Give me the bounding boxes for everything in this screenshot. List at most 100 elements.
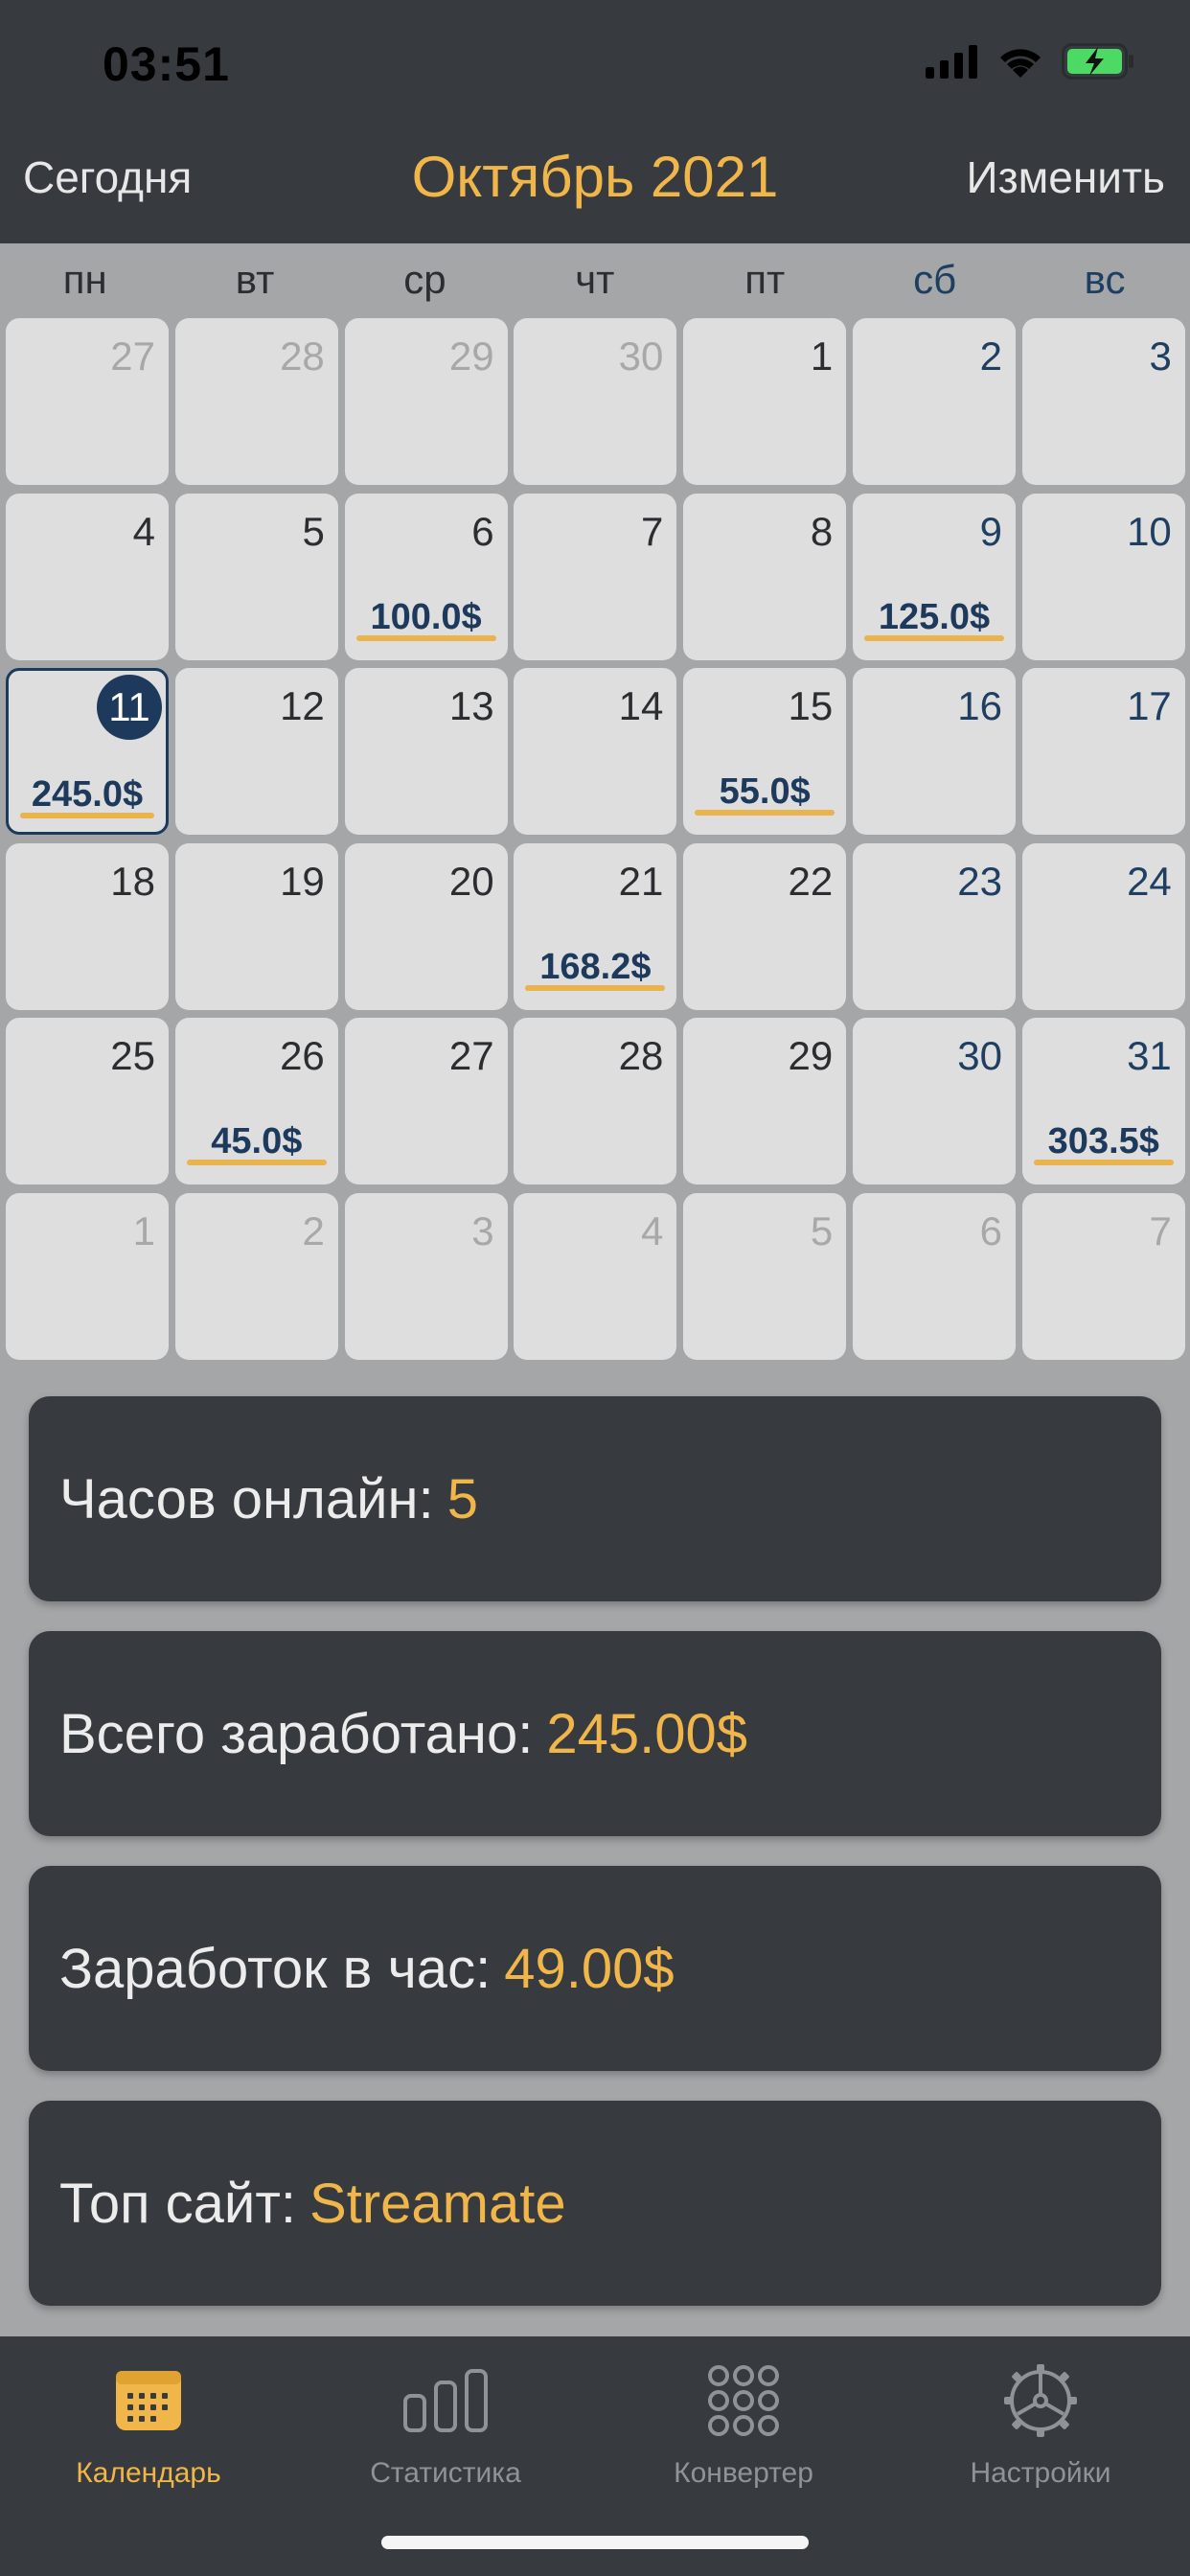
tab-statistics[interactable]: Статистика [321,2358,570,2490]
calendar-day[interactable]: 27 [6,318,169,485]
stat-label: Заработок в час: [59,1937,492,2000]
calendar-day[interactable]: 5 [174,493,338,660]
calendar-day[interactable]: 18 [6,842,169,1010]
weekday-label: пт [744,257,786,302]
calendar-day[interactable]: 21 168.2$ [514,842,677,1010]
day-number: 20 [448,858,494,904]
earning-underline [186,1160,327,1166]
earning-underline [695,810,835,816]
status-time: 03:51 [103,37,230,91]
calendar-day[interactable]: 20 [344,842,508,1010]
calendar-day[interactable]: 3 [1021,318,1185,485]
settings-icon [1004,2364,1077,2437]
calendar-day[interactable]: 7 [514,493,677,660]
day-number: 30 [957,1033,1002,1079]
calendar-day[interactable]: 9 125.0$ [853,493,1016,660]
day-number: 19 [280,858,325,904]
day-number: 12 [280,683,325,729]
day-number: 5 [810,1208,834,1254]
earning-underline [20,813,154,819]
calendar-day[interactable]: 1 [683,318,847,485]
day-number: 1 [810,334,834,379]
home-indicator [381,2536,809,2549]
calendar-day[interactable]: 27 [344,1018,508,1185]
tab-settings[interactable]: Настройки [916,2358,1165,2490]
stat-card-top-site: Топ сайт: Streamate [29,2101,1161,2306]
day-number: 18 [110,858,155,904]
day-number: 4 [641,1208,664,1254]
calendar-icon [116,2371,181,2430]
day-number: 2 [302,1208,325,1254]
calendar-day[interactable]: 25 [6,1018,169,1185]
day-number: 24 [1127,858,1172,904]
day-number: 28 [618,1033,664,1079]
weekday-label: сб [913,257,957,302]
weekday-row: пн вт ср чт пт сб вс [0,243,1190,316]
calendar-day[interactable]: 17 [1021,668,1185,836]
day-earning: 303.5$ [1047,1121,1159,1162]
calendar-day[interactable]: 14 [514,668,677,836]
weekday-label: вс [1084,257,1126,302]
day-number: 6 [471,508,494,554]
calendar-day[interactable]: 31 303.5$ [1021,1018,1185,1185]
calendar-day[interactable]: 28 [174,318,338,485]
earning-underline [525,984,666,991]
calendar-day[interactable]: 5 [683,1193,847,1360]
stat-value: Streamate [309,2172,566,2235]
day-number: 10 [1127,508,1172,554]
tab-label: Настройки [970,2457,1111,2489]
day-earning: 100.0$ [370,596,482,637]
calendar-day[interactable]: 30 [853,1018,1016,1185]
day-number: 13 [448,683,494,729]
earning-underline [864,634,1004,641]
day-earning: 45.0$ [211,1121,303,1162]
calendar-day[interactable]: 3 [344,1193,508,1360]
calendar-day[interactable]: 29 [344,318,508,485]
day-number: 29 [788,1033,834,1079]
calendar-day[interactable]: 1 [6,1193,169,1360]
calendar-day[interactable]: 6 [853,1193,1016,1360]
calendar-day[interactable]: 10 [1021,493,1185,660]
calendar-day[interactable]: 12 [174,668,338,836]
status-icons [926,42,1136,80]
tab-converter[interactable]: Конвертер [619,2358,868,2490]
stat-card-hours: Часов онлайн: 5 [29,1396,1161,1601]
calendar-day[interactable]: 19 [174,842,338,1010]
calendar-day[interactable]: 2 [174,1193,338,1360]
calendar-day[interactable]: 15 55.0$ [683,668,847,836]
calendar-day-today[interactable]: 11 245.0$ [6,668,169,836]
calendar-day[interactable]: 4 [514,1193,677,1360]
tab-label: Конвертер [674,2457,813,2489]
edit-button[interactable]: Изменить [967,151,1166,203]
calendar-day[interactable]: 28 [514,1018,677,1185]
day-number: 25 [110,1033,155,1079]
header-bar: 03:51 Сегодня Октябрь 2021 Изменить [0,0,1190,243]
day-earning: 245.0$ [31,774,144,816]
calendar-day[interactable]: 16 [853,668,1016,836]
stat-value: 245.00$ [546,1702,747,1765]
stat-label: Часов онлайн: [59,1467,434,1530]
calendar-day[interactable]: 22 [683,842,847,1010]
calendar-day[interactable]: 23 [853,842,1016,1010]
calendar-day[interactable]: 30 [514,318,677,485]
day-number: 29 [448,334,494,379]
day-number: 4 [132,508,155,554]
calendar-day[interactable]: 8 [683,493,847,660]
signal-icon [926,45,977,79]
day-number: 27 [448,1033,494,1079]
calendar-day[interactable]: 7 [1021,1193,1185,1360]
day-number: 21 [618,858,664,904]
calendar-day[interactable]: 2 [853,318,1016,485]
calendar-day[interactable]: 24 [1021,842,1185,1010]
calendar-day[interactable]: 29 [683,1018,847,1185]
tab-calendar[interactable]: Календарь [24,2358,273,2490]
day-number: 11 [97,675,162,741]
day-number: 23 [957,858,1002,904]
calendar-day[interactable]: 6 100.0$ [344,493,508,660]
calendar-day[interactable]: 26 45.0$ [174,1018,338,1185]
day-number: 8 [810,508,834,554]
day-number: 14 [618,683,664,729]
calendar-day[interactable]: 13 [344,668,508,836]
day-number: 1 [132,1208,155,1254]
calendar-day[interactable]: 4 [6,493,169,660]
